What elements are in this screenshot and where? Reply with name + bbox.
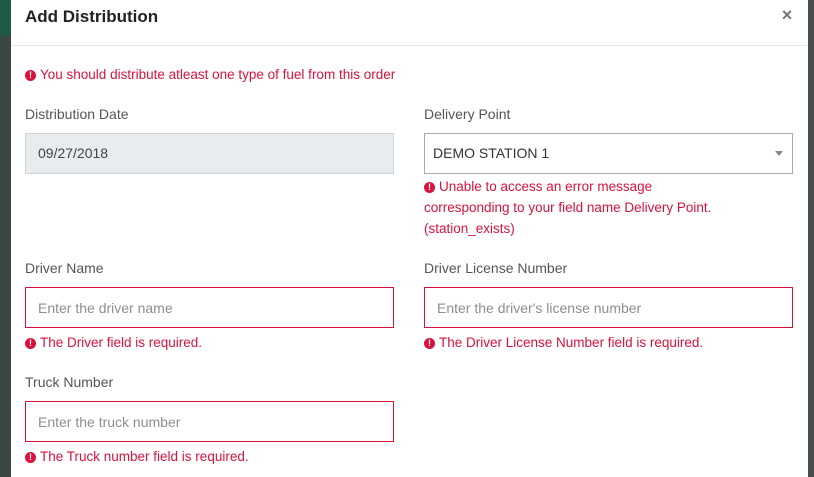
close-icon: × — [781, 5, 793, 25]
truck-number-label: Truck Number — [25, 374, 114, 390]
delivery-point-error-line-3: (station_exists) — [424, 221, 515, 236]
delivery-point-label: Delivery Point — [424, 106, 511, 122]
exclamation-circle-icon: ! — [424, 338, 435, 349]
driver-name-error-text: The Driver field is required. — [40, 335, 203, 350]
modal-header: Add Distribution × — [11, 0, 808, 46]
driver-license-error: ! The Driver License Number field is requ… — [424, 332, 703, 353]
exclamation-circle-icon: ! — [424, 182, 435, 193]
delivery-point-select[interactable]: DEMO STATION 1 — [424, 133, 793, 174]
delivery-point-error-line-2: corresponding to your field name Deliver… — [424, 200, 712, 215]
form-error-text: You should distribute atleast one type o… — [40, 67, 396, 82]
page-backdrop-overlay — [808, 0, 814, 477]
distribution-date-field[interactable]: 09/27/2018 — [25, 133, 394, 174]
delivery-point-selected-value: DEMO STATION 1 — [433, 145, 550, 161]
driver-license-input[interactable] — [424, 287, 793, 328]
driver-name-input[interactable] — [25, 287, 394, 328]
add-distribution-modal: Add Distribution × ! You should distribut… — [11, 0, 808, 477]
delivery-point-error-line-1: Unable to access an error message — [439, 179, 653, 194]
close-button[interactable]: × — [778, 4, 796, 26]
truck-number-error: ! The Truck number field is required. — [25, 446, 249, 467]
delivery-point-error: ! Unable to access an error message corre… — [424, 176, 711, 239]
exclamation-circle-icon: ! — [25, 70, 36, 81]
driver-name-error: ! The Driver field is required. — [25, 332, 202, 353]
modal-title: Add Distribution — [25, 7, 159, 26]
driver-name-label: Driver Name — [25, 260, 104, 276]
exclamation-circle-icon: ! — [25, 452, 36, 463]
distribution-date-label: Distribution Date — [25, 106, 129, 122]
exclamation-circle-icon: ! — [25, 338, 36, 349]
form-error-message: ! You should distribute atleast one type … — [25, 64, 395, 85]
truck-number-error-text: The Truck number field is required. — [40, 449, 249, 464]
driver-license-error-text: The Driver License Number field is requi… — [439, 335, 704, 350]
caret-down-icon — [775, 151, 783, 156]
truck-number-input[interactable] — [25, 401, 394, 442]
driver-license-label: Driver License Number — [424, 260, 568, 276]
